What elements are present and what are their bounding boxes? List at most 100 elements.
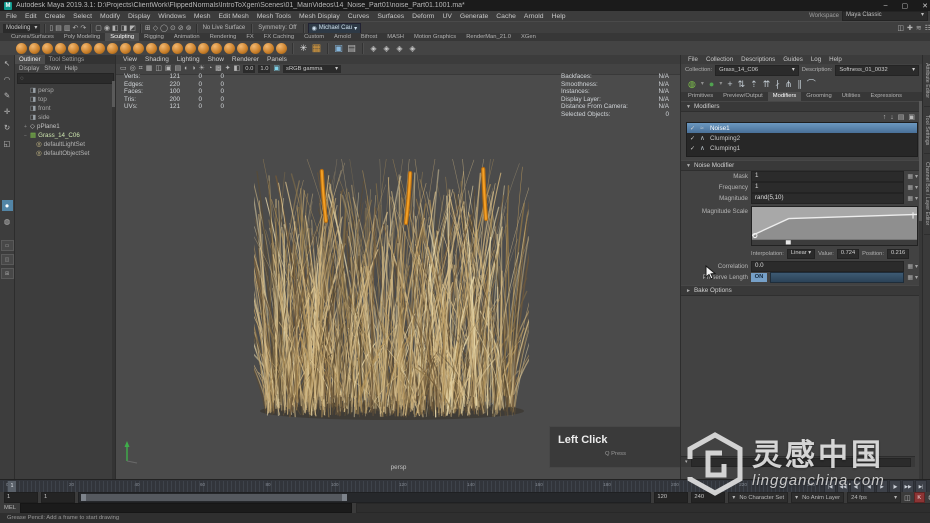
shelf-tab[interactable]: MASH [382, 33, 409, 41]
maximize-button[interactable]: ▢ [902, 2, 909, 10]
menu-item[interactable]: Edit [21, 13, 41, 20]
chevron-down-icon[interactable]: ▾ [915, 173, 918, 180]
shelf-tool-icon[interactable] [311, 43, 322, 54]
viewport-panel[interactable]: View Shading Lighting Show Renderer Panels ▭ ◎… [115, 55, 682, 479]
outliner-menu-item[interactable]: Show [44, 65, 59, 72]
xgen-tool-icon[interactable]: ▾ [719, 77, 722, 91]
menu-item[interactable]: Select [69, 13, 96, 20]
viewport-menu-item[interactable]: Show [204, 56, 228, 63]
minimize-button[interactable]: – [884, 2, 888, 10]
map-icon[interactable]: ▦ [907, 274, 913, 281]
xgen-tool-icon[interactable]: ∤ [775, 77, 780, 91]
anim-end-field[interactable]: 240 [691, 492, 726, 503]
shelf-tool-icon[interactable] [172, 42, 183, 54]
xgen-tab[interactable]: Modifiers [767, 92, 802, 101]
snap-icon[interactable]: ◯ [160, 24, 168, 33]
tool-icon[interactable]: ✎ [2, 90, 13, 101]
playback-start-field[interactable]: 1 [41, 492, 75, 503]
shelf-tool-icon[interactable] [107, 42, 118, 54]
menu-item[interactable]: Deform [408, 13, 438, 20]
close-button[interactable]: ✕ [922, 2, 928, 10]
sidebar-toggle-icon[interactable]: ◫ [897, 24, 904, 32]
undo-redo-icon[interactable]: ↶ [72, 24, 78, 33]
selection-mask-icon[interactable]: ◧ [112, 24, 119, 33]
shelf-tool-icon[interactable] [16, 42, 27, 54]
shelf-tool-icon[interactable] [263, 42, 274, 54]
snap-icon[interactable]: ⊚ [186, 24, 192, 33]
sidebar-toggle-icon[interactable]: ☷ [925, 24, 930, 32]
shelf-tool-icon[interactable] [29, 42, 40, 54]
tool-icon[interactable]: ◠ [2, 74, 13, 85]
shelf-tool-icon[interactable] [185, 42, 196, 54]
xgen-tab[interactable]: Primitives [683, 92, 718, 101]
menuset-dropdown[interactable]: Modeling ▾ [3, 23, 41, 33]
tool-icon[interactable]: ◍ [2, 216, 13, 227]
shelf-tool-icon[interactable] [250, 42, 261, 54]
viewport-menu-item[interactable]: Renderer [228, 56, 263, 63]
modifier-list-tool-icon[interactable]: ▤ [898, 113, 905, 121]
side-panel-tab[interactable]: Attribute Editor [924, 55, 930, 108]
description-dropdown[interactable]: Softness_01_0032 ▾ [835, 64, 919, 76]
shelf-tab[interactable]: Rendering [205, 33, 242, 41]
attribute-input[interactable]: 1 [751, 182, 905, 193]
preserve-length-slider[interactable] [770, 272, 905, 283]
selection-mask-icon[interactable]: ◨ [121, 24, 128, 33]
undo-redo-icon[interactable]: ↷ [80, 24, 86, 33]
exposure-field[interactable]: 0.0 [243, 65, 256, 73]
menu-item[interactable]: Mesh Display [295, 13, 344, 20]
outliner-item[interactable]: ◨ front [15, 104, 116, 113]
file-icon[interactable]: ▤ [55, 24, 62, 33]
shelf-tool-icon[interactable] [146, 42, 157, 54]
tool-icon[interactable]: ✛ [2, 106, 13, 117]
shelf-tool-icon[interactable] [211, 42, 222, 54]
expand-icon[interactable]: − [23, 133, 28, 139]
map-icon[interactable]: ▦ [907, 263, 913, 270]
map-icon[interactable]: ▦ [907, 173, 913, 180]
shelf-tool-icon[interactable] [407, 43, 418, 54]
bake-options-header[interactable]: ► Bake Options [681, 285, 923, 296]
expand-icon[interactable]: + [23, 124, 28, 130]
range-handle-left[interactable] [81, 494, 86, 501]
menu-item[interactable]: Display [124, 13, 154, 20]
xgen-menu-item[interactable]: Descriptions [737, 56, 779, 63]
checkbox-icon[interactable]: ✓ [690, 125, 697, 132]
command-input[interactable] [19, 503, 352, 513]
tool-icon[interactable]: ↖ [2, 58, 13, 69]
xgen-tool-icon[interactable]: ∥ [797, 77, 802, 91]
outliner-item[interactable]: ◎ defaultLightSet [15, 140, 116, 149]
modifier-list-item[interactable]: ✓ ∧ Clumping2 [687, 133, 917, 143]
menu-item[interactable]: Create [41, 13, 69, 20]
layout-button[interactable]: ⊞ [0, 268, 14, 279]
tool-icon[interactable]: ↻ [2, 122, 13, 133]
shelf-tab[interactable]: Arnold [329, 33, 356, 41]
viewport-menu-item[interactable]: Shading [141, 56, 173, 63]
shelf-tool-icon[interactable] [368, 43, 379, 54]
xgen-tab[interactable]: Grooming [801, 92, 836, 101]
shelf-tab[interactable]: Sculpting [105, 33, 140, 41]
attribute-input[interactable]: 1 [751, 171, 905, 182]
shelf-tab[interactable]: Motion Graphics [409, 33, 461, 41]
layout-button[interactable]: ▭ [0, 240, 14, 251]
shelf-tool-icon[interactable] [81, 42, 92, 54]
shelf-tool-icon[interactable] [237, 42, 248, 54]
outliner-menu-item[interactable]: Display [19, 65, 39, 72]
menu-item[interactable]: Surfaces [373, 13, 408, 20]
shelf-tool-icon[interactable] [327, 42, 328, 54]
playback-end-field[interactable]: 120 [654, 492, 689, 503]
menu-item[interactable]: Cache [492, 13, 520, 20]
range-slider[interactable] [78, 492, 652, 503]
user-dropdown[interactable]: ◉ Michael Cau ▾ [307, 22, 362, 34]
snap-icon[interactable]: ⊞ [145, 24, 151, 33]
xgen-tool-icon[interactable]: ▾ [701, 77, 704, 91]
shelf-tool-icon[interactable] [159, 42, 170, 54]
outliner-search-input[interactable]: ○ [17, 73, 114, 84]
xgen-menu-item[interactable]: Collection [702, 56, 737, 63]
menu-item[interactable]: File [2, 13, 21, 20]
selection-mask-icon[interactable]: ◉ [104, 24, 110, 33]
xgen-menu-item[interactable]: File [684, 56, 702, 63]
shelf-tab[interactable]: XGen [516, 33, 541, 41]
checkbox-icon[interactable]: ✓ [690, 145, 697, 152]
viewport-menu-item[interactable]: Lighting [173, 56, 204, 63]
timeline-ticks[interactable]: 020406080100120140160180200220240 1 [0, 481, 821, 492]
outliner-item[interactable]: ◨ side [15, 113, 116, 122]
